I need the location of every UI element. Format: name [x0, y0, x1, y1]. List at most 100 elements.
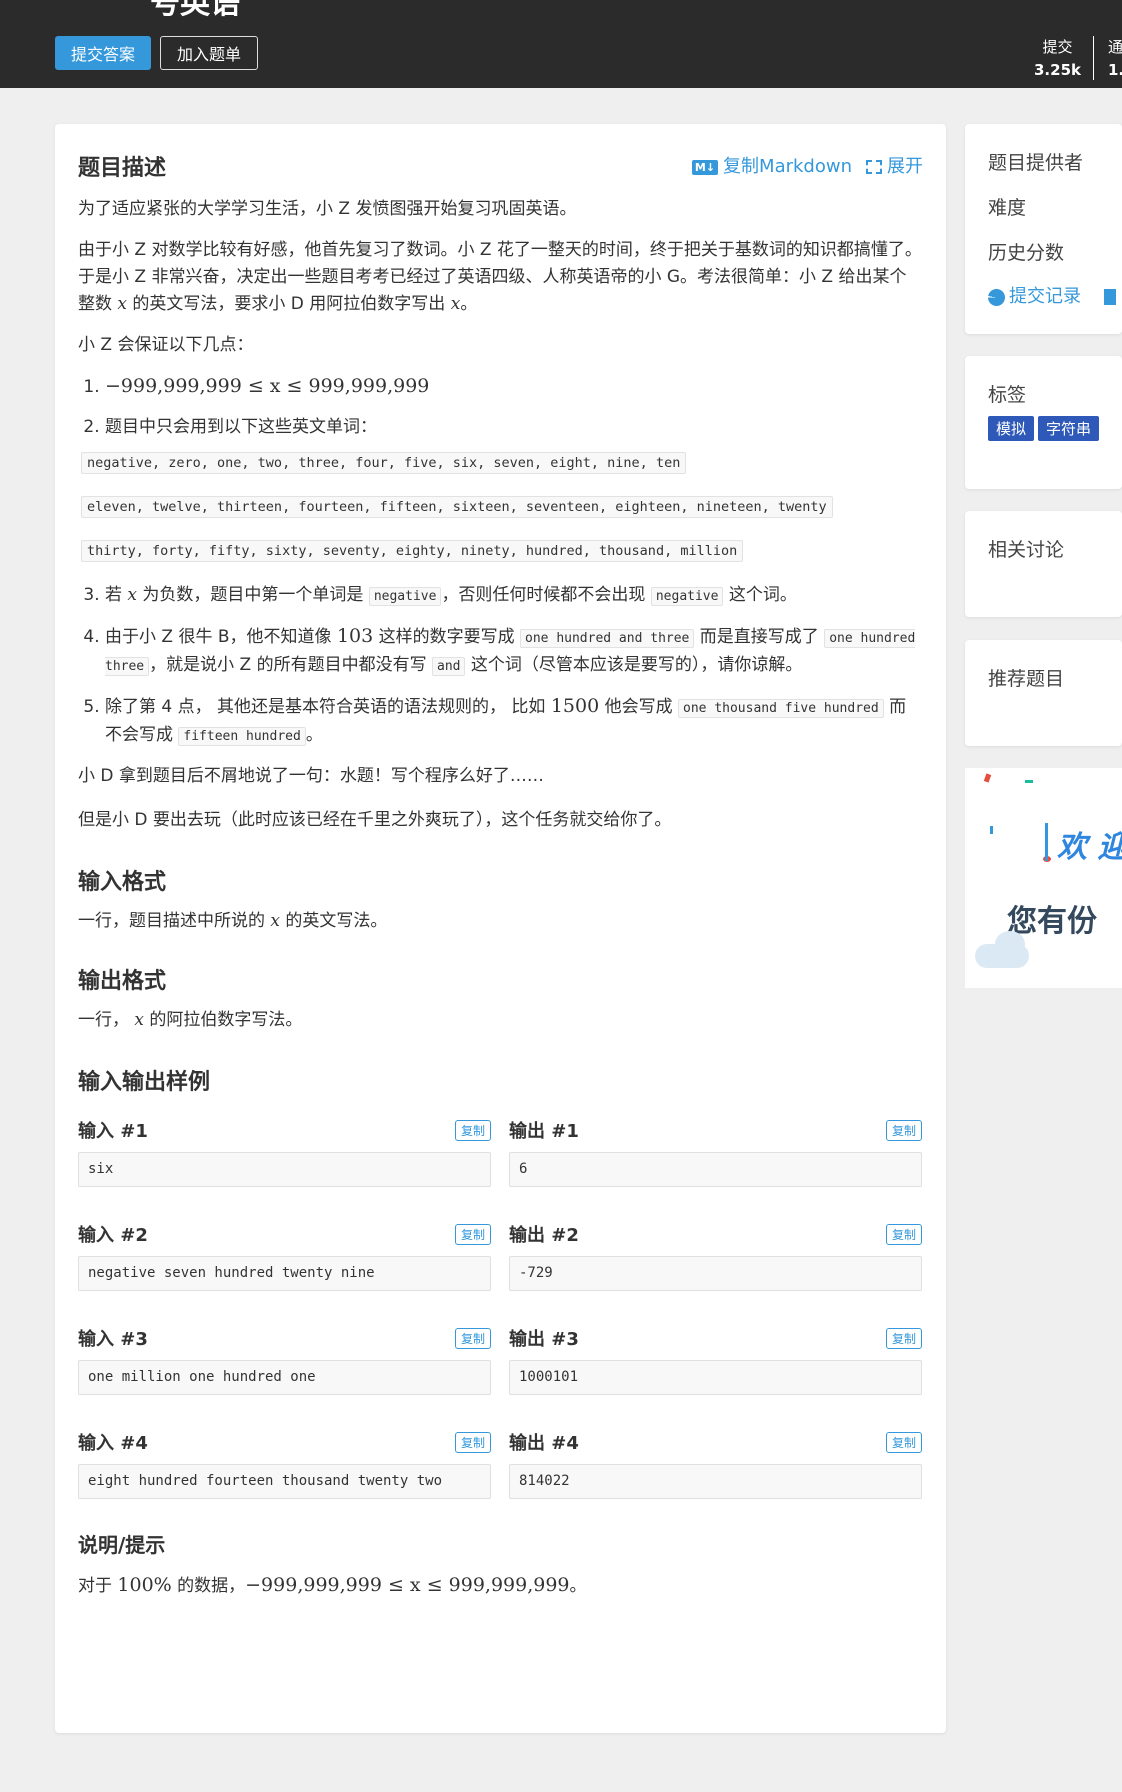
list-item: 题目中只会用到以下这些英文单词： [105, 414, 923, 441]
text: 。 [305, 725, 323, 745]
list-item: 除了第 4 点， 其他还是基本符合英语的语法规则的， 比如 1500 他会写成 … [105, 693, 923, 750]
sample-input-box[interactable]: six [78, 1152, 491, 1187]
stat-accepted-value: 1. [1108, 61, 1122, 79]
discussion-card[interactable]: 相关讨论 [965, 511, 1122, 617]
tag-string[interactable]: 字符串 [1038, 416, 1100, 441]
text: 的英文写法。 [285, 911, 388, 931]
problem-card: M↓ 复制Markdown 展开 题目描述 为了适应紧张的大学学习生活，小 Z 发… [55, 124, 946, 1733]
percent: 100% [117, 1574, 172, 1596]
var-x: x [270, 911, 280, 931]
copy-button[interactable]: 复制 [885, 1431, 922, 1453]
add-to-list-button[interactable]: 加入题单 [160, 36, 258, 70]
para2-tail: 。 [460, 294, 478, 314]
sample-output: 输出 #4 复制 814022 [509, 1428, 922, 1499]
tag-list: 模拟 字符串 [988, 416, 1103, 441]
records-link[interactable]: 提交记录 [988, 282, 1117, 308]
text: 这个词。 [728, 585, 797, 605]
para-d2: 但是小 D 要出去玩（此时应该已经在千里之外爽玩了），这个任务就交给你了。 [78, 810, 672, 830]
stat-divider [1093, 36, 1094, 80]
tags-card: 标签 模拟 字符串 [965, 356, 1122, 489]
inline-code: negative [650, 587, 724, 606]
sample-output: 输出 #2 复制 -729 [509, 1220, 922, 1291]
copy-button[interactable]: 复制 [885, 1119, 922, 1141]
text: 的数据， [177, 1576, 246, 1596]
rules-list: 若 x 为负数，题目中第一个单词是 negative，否则任何时候都不会出现 n… [78, 582, 923, 750]
inline-code: one hundred and three [520, 629, 695, 648]
sample-input-box[interactable]: negative seven hundred twenty nine [78, 1256, 491, 1291]
sample-input: 输入 #2 复制 negative seven hundred twenty ni… [78, 1220, 491, 1291]
text: 一行，题目描述中所说的 [78, 911, 265, 931]
sample-output-box[interactable]: 6 [509, 1152, 922, 1187]
text: 由于小 Z 很牛 B，他不知道像 [105, 627, 332, 647]
intro-text: 为了适应紧张的大学学习生活，小 Z 发愤图强开始复习巩固英语。 [78, 199, 577, 219]
text: 这个词（尽管本应该是要写的），请你谅解。 [470, 655, 803, 675]
sample-output-title: 输出 #1 [509, 1121, 579, 1142]
sample-input: 输入 #1 复制 six [78, 1116, 491, 1187]
var-x: x [134, 1010, 144, 1030]
sample-output: 输出 #3 复制 1000101 [509, 1324, 922, 1395]
sample-output-title: 输出 #3 [509, 1329, 579, 1350]
word-list: negative, zero, one, two, three, four, f… [81, 452, 923, 578]
sample-output-box[interactable]: -729 [509, 1256, 922, 1291]
text: 。 [569, 1576, 587, 1596]
sample-input-box[interactable]: one million one hundred one [78, 1360, 491, 1395]
text: 若 [105, 585, 122, 605]
sample-output-box[interactable]: 814022 [509, 1464, 922, 1499]
range-formula: −999,999,999 ≤ x ≤ 999,999,999 [105, 375, 430, 397]
copy-button[interactable]: 复制 [885, 1327, 922, 1349]
confetti [983, 773, 992, 783]
tags-title: 标签 [988, 384, 1027, 406]
difficulty-label: 难度 [988, 197, 1027, 219]
output-format-text: 一行， x 的阿拉伯数字写法。 [78, 1007, 923, 1034]
promo-banner[interactable]: 欢 迎 您有份 [965, 768, 1122, 988]
inline-code: fifteen hundred [178, 727, 306, 746]
copy-button[interactable]: 复制 [454, 1327, 491, 1349]
text: 的阿拉伯数字写法。 [149, 1010, 303, 1030]
text: ，就是说小 Z 的所有题目中都没有写 [149, 655, 427, 675]
list-item: −999,999,999 ≤ x ≤ 999,999,999 [105, 373, 923, 401]
output-format-heading: 输出格式 [78, 969, 167, 994]
number: 1500 [550, 695, 600, 717]
hint-text: 对于 100% 的数据，−999,999,999 ≤ x ≤ 999,999,9… [78, 1572, 923, 1600]
sample-output: 输出 #1 复制 6 [509, 1116, 922, 1187]
inline-code: one thousand five hundred [678, 699, 884, 718]
stat-submissions-label: 提交 [1042, 38, 1073, 56]
text: 对于 [78, 1576, 112, 1596]
tag-simulation[interactable]: 模拟 [988, 416, 1035, 441]
word-line: eleven, twelve, thirteen, fourteen, fift… [81, 496, 833, 518]
input-format-heading: 输入格式 [78, 870, 167, 895]
problem-title-fragment: 号英语 [150, 0, 240, 21]
guarantee-text: 小 Z 会保证以下几点： [78, 335, 254, 355]
copy-button[interactable]: 复制 [454, 1223, 491, 1245]
text: 为负数，题目中第一个单词是 [142, 585, 364, 605]
stat-accepted-label: 通 [1108, 38, 1122, 56]
copy-button[interactable]: 复制 [454, 1119, 491, 1141]
copy-button[interactable]: 复制 [885, 1223, 922, 1245]
sample-output-box[interactable]: 1000101 [509, 1360, 922, 1395]
sample-input: 输入 #3 复制 one million one hundred one [78, 1324, 491, 1395]
range-formula: −999,999,999 ≤ x ≤ 999,999,999 [245, 1574, 570, 1596]
word-line: thirty, forty, fifty, sixty, seventy, ei… [81, 540, 744, 562]
hint-heading: 说明/提示 [78, 1533, 166, 1557]
recommend-card[interactable]: 推荐题目 [965, 640, 1122, 746]
input-format-text: 一行，题目描述中所说的 x 的英文写法。 [78, 908, 923, 935]
provider-label: 题目提供者 [988, 152, 1084, 174]
sample-input-box[interactable]: eight hundred fourteen thousand twenty t… [78, 1464, 491, 1499]
confetti [990, 826, 993, 834]
stat-accepted: 通 1. [1108, 36, 1122, 79]
var-x: x [117, 294, 127, 314]
para2-end: 的英文写法，要求小 D 用阿拉伯数字写出 [132, 294, 446, 314]
recommend-title: 推荐题目 [988, 668, 1065, 690]
text: 除了第 4 点， 其他还是基本符合英语的语法规则的， 比如 [105, 697, 546, 717]
submit-answer-button[interactable]: 提交答案 [55, 36, 151, 70]
sample-input: 输入 #4 复制 eight hundred fourteen thousand … [78, 1428, 491, 1499]
discussion-title: 相关讨论 [988, 539, 1065, 561]
copy-button[interactable]: 复制 [454, 1431, 491, 1453]
top-bar: 号英语 提交答案 加入题单 提交 3.25k 通 1. [0, 0, 1122, 88]
text: ，否则任何时候都不会出现 [441, 585, 646, 605]
sample-input-title: 输入 #1 [78, 1121, 148, 1142]
sample-output-title: 输出 #4 [509, 1433, 579, 1454]
var-x: x [450, 294, 461, 314]
list-icon[interactable] [1104, 289, 1117, 305]
cloud-icon [995, 931, 1025, 957]
